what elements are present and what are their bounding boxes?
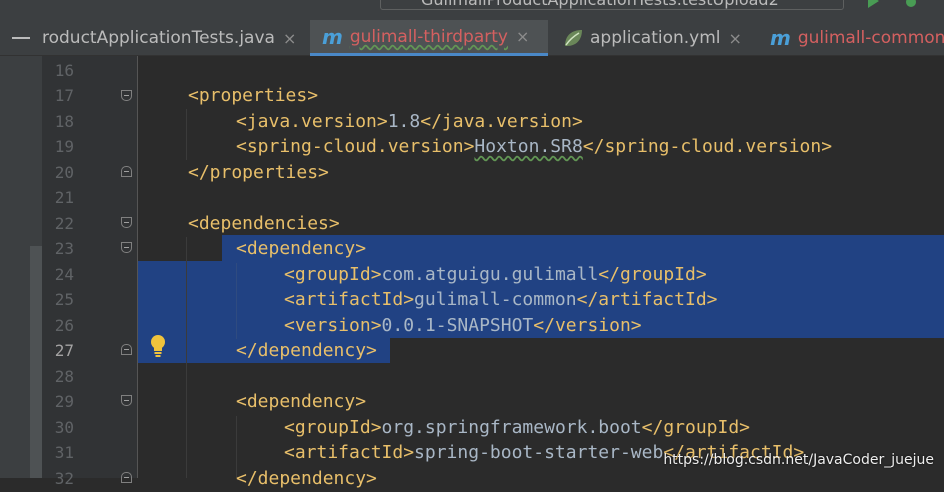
line-number: 23 <box>54 239 74 258</box>
line-number: 19 <box>54 137 74 156</box>
line-number: 20 <box>54 163 74 182</box>
xml-value: 1.8 <box>387 111 421 132</box>
tabbar-padding <box>0 13 944 20</box>
fold-marker[interactable] <box>121 242 132 253</box>
lightbulb-icon[interactable] <box>150 334 166 358</box>
xml-tag: </groupId> <box>598 264 707 285</box>
line-number: 31 <box>54 443 74 462</box>
code-line: 26 <version>0.0.1-SNAPSHOT</version> <box>0 313 944 339</box>
tab-label: application.yml <box>590 28 721 48</box>
debug-icon[interactable] <box>904 0 918 8</box>
code-line: 27 </dependency> <box>0 338 944 364</box>
xml-value: spring-boot-starter-web <box>414 442 664 463</box>
line-number: 29 <box>54 392 74 411</box>
xml-tag: <version> <box>284 315 382 336</box>
code-line: 23 <dependency> <box>0 236 944 262</box>
xml-tag: <groupId> <box>284 264 382 285</box>
line-number: 32 <box>54 469 74 488</box>
xml-tag: <artifactId> <box>284 289 415 310</box>
maven-icon: m <box>770 26 791 50</box>
line-number: 30 <box>54 418 74 437</box>
code-text: </properties> <box>188 162 329 183</box>
xml-value: gulimall-common <box>414 289 577 310</box>
xml-tag: </groupId> <box>641 417 751 438</box>
code-text: <artifactId>gulimall-common</artifactId> <box>284 287 718 313</box>
xml-tag: </version> <box>533 315 642 336</box>
spring-leaf-icon <box>565 30 582 46</box>
code-line: 30 <groupId>org.springframework.boot</gr… <box>0 415 944 441</box>
collapse-icon <box>12 37 30 39</box>
line-number: 22 <box>54 214 74 233</box>
xml-tag: <spring-cloud.version> <box>236 136 475 157</box>
code-line: 24 <groupId>com.atguigu.gulimall</groupI… <box>0 262 944 288</box>
tab-product-application-tests[interactable]: roductApplicationTests.java × <box>42 20 310 56</box>
run-icon[interactable] <box>866 0 880 8</box>
code-text: <java.version>1.8</java.version> <box>236 109 583 135</box>
code-text: <dependency> <box>236 391 367 412</box>
tab-label: roductApplicationTests.java <box>42 28 275 48</box>
line-number: 21 <box>54 188 74 207</box>
code-line: 25 <artifactId>gulimall-common</artifact… <box>0 287 944 313</box>
code-line: 18 <java.version>1.8</java.version> <box>0 109 944 135</box>
code-text: <groupId>com.atguigu.gulimall</groupId> <box>284 262 707 288</box>
code-line: 16 <box>0 58 944 84</box>
close-icon[interactable]: × <box>283 29 296 48</box>
fold-marker[interactable] <box>121 395 132 406</box>
fold-marker[interactable] <box>121 166 132 177</box>
tab-label: gulimall-thirdparty <box>349 26 508 47</box>
xml-tag: </spring-cloud.version> <box>582 136 833 157</box>
code-line: 22 <dependencies> <box>0 211 944 237</box>
line-number: 17 <box>54 86 74 105</box>
run-configuration-label: GulimallProductApplicationTests.testUplo… <box>421 0 779 9</box>
xml-tag: </java.version> <box>420 111 583 132</box>
xml-value: com.atguigu.gulimall <box>381 264 599 285</box>
code-line: 20 </properties> <box>0 160 944 186</box>
fold-marker[interactable] <box>121 217 132 228</box>
code-text: <dependency> <box>236 238 367 259</box>
tab-label: gulimall-common <box>797 28 944 48</box>
code-line: 21 <box>0 185 944 211</box>
line-number: 28 <box>54 367 74 386</box>
xml-tag: <artifactId> <box>284 442 415 463</box>
code-text: <version>0.0.1-SNAPSHOT</version> <box>284 313 642 339</box>
tab-gulimall-common[interactable]: m gulimall-common <box>756 20 944 56</box>
xml-tag: <java.version> <box>236 111 388 132</box>
line-number: 25 <box>54 290 74 309</box>
line-number: 18 <box>54 112 74 131</box>
tab-list-button[interactable] <box>0 20 42 56</box>
line-number: 27 <box>54 341 74 360</box>
run-configuration-selector[interactable]: GulimallProductApplicationTests.testUplo… <box>380 0 844 10</box>
xml-tag: </artifactId> <box>576 289 718 310</box>
code-line: 32 </dependency> <box>0 466 944 492</box>
line-number: 26 <box>54 316 74 335</box>
tab-gulimall-thirdparty[interactable]: m gulimall-thirdparty × <box>310 20 548 56</box>
line-number: 24 <box>54 265 74 284</box>
code-text: <spring-cloud.version>Hoxton.SR8</spring… <box>236 134 832 160</box>
xml-value: org.springframework.boot <box>381 417 642 438</box>
xml-tag: <groupId> <box>284 417 382 438</box>
code-text: <properties> <box>188 85 319 106</box>
code-text: </dependency> <box>236 340 377 361</box>
toolbar: GulimallProductApplicationTests.testUplo… <box>0 0 944 13</box>
maven-icon: m <box>322 24 343 49</box>
xml-value: Hoxton.SR8 <box>474 136 583 157</box>
code-line: 17 <properties> <box>0 83 944 109</box>
close-icon[interactable]: × <box>729 29 742 48</box>
code-line: 29 <dependency> <box>0 389 944 415</box>
fold-marker[interactable] <box>121 344 132 355</box>
code-line: 28 <box>0 364 944 390</box>
editor-tabbar: roductApplicationTests.java × m gulimall… <box>0 20 944 56</box>
code-text: </dependency> <box>236 468 377 489</box>
fold-marker[interactable] <box>121 90 132 101</box>
line-number: 16 <box>54 61 74 80</box>
code-text: <groupId>org.springframework.boot</group… <box>284 415 750 441</box>
tab-application-yml[interactable]: application.yml × <box>548 20 756 56</box>
xml-value: 0.0.1-SNAPSHOT <box>381 315 534 336</box>
code-text: <dependencies> <box>188 213 340 234</box>
watermark: https://blog.csdn.net/JavaCoder_juejue <box>663 452 934 468</box>
code-line: 19 <spring-cloud.version>Hoxton.SR8</spr… <box>0 134 944 160</box>
close-icon[interactable]: × <box>516 27 529 46</box>
